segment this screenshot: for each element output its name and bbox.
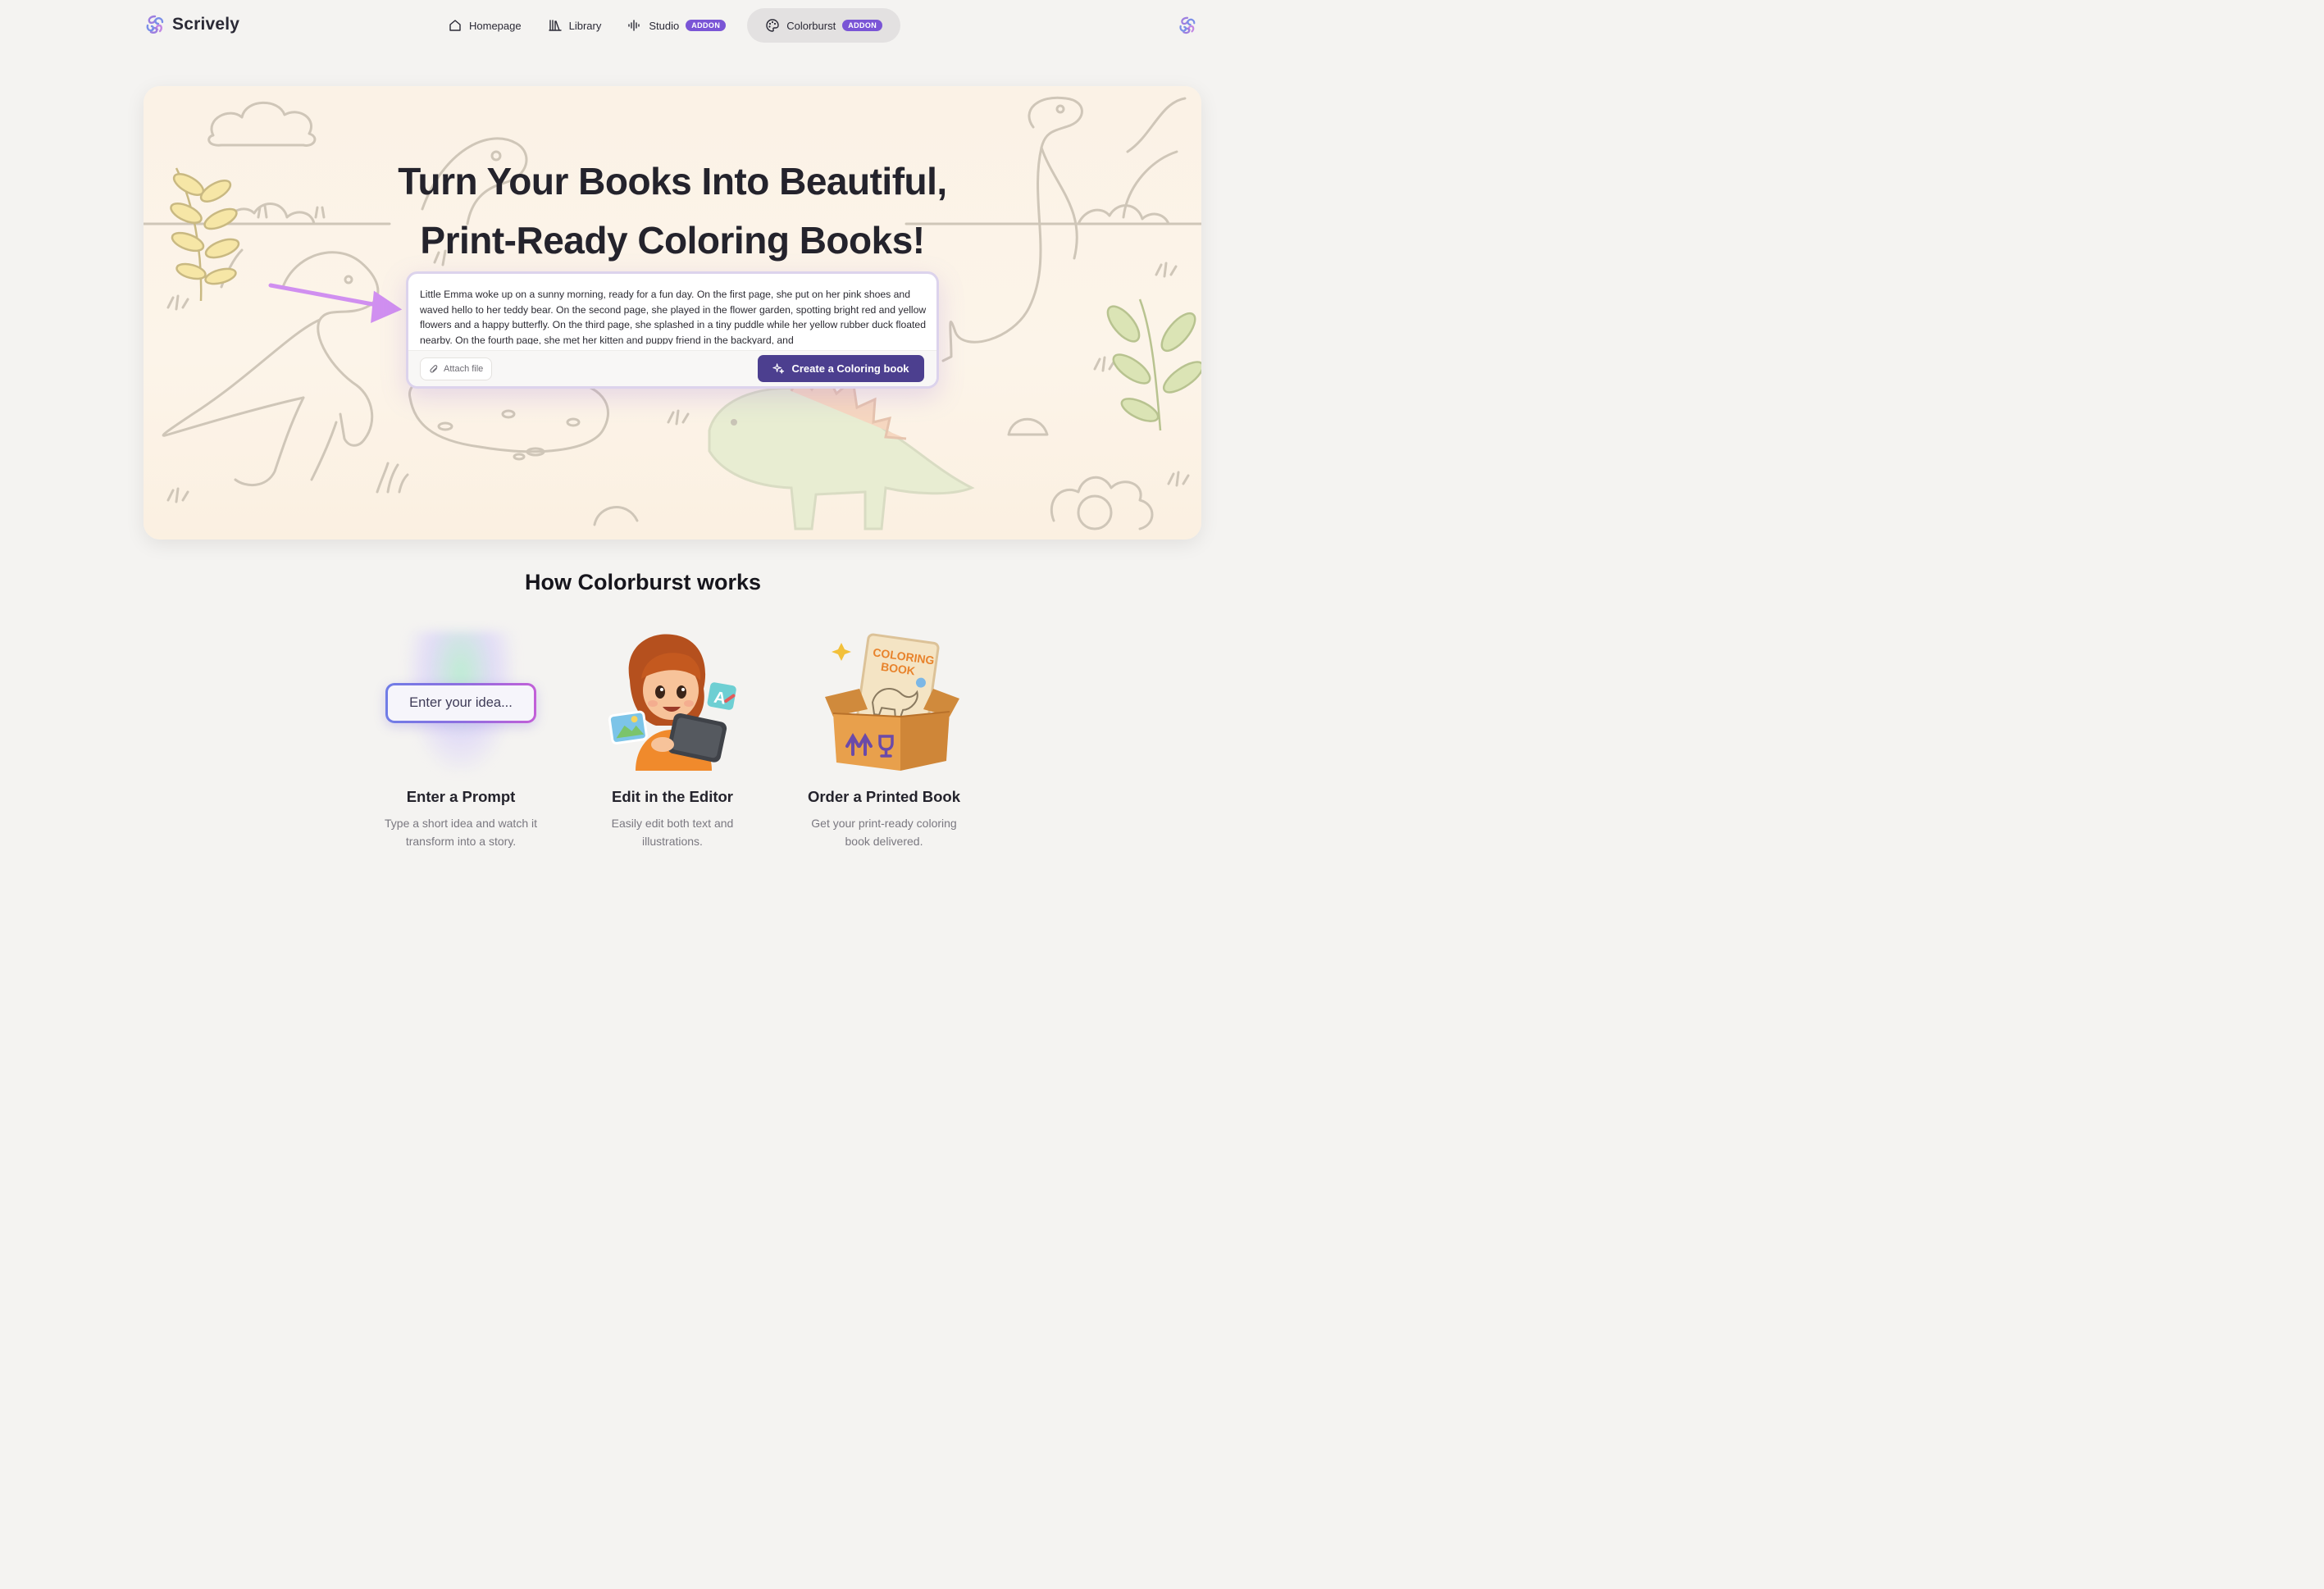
library-icon: [548, 20, 562, 31]
how-it-works-title: How Colorburst works: [524, 570, 762, 594]
step-description-line1: Type a short idea and watch it: [385, 817, 537, 830]
step-enter-prompt: Enter your idea... Enter a Prompt Type a…: [354, 631, 567, 850]
attach-file-button[interactable]: Attach file: [420, 357, 493, 380]
create-coloring-book-label: Create a Coloring book: [791, 362, 909, 375]
palette-icon: [766, 19, 779, 32]
step-description: Type a short idea and watch it transform…: [354, 814, 567, 850]
prompt-illustration: Enter your idea...: [354, 631, 567, 779]
audio-wave-icon: [628, 20, 640, 31]
nav-item-label: Colorburst: [786, 19, 836, 32]
idea-input-illustration: Enter your idea...: [385, 683, 536, 723]
nav-item-library[interactable]: Library: [535, 8, 615, 43]
hero-title: Turn Your Books Into Beautiful, Print-Re…: [144, 152, 1201, 270]
addon-badge: ADDON: [842, 20, 883, 31]
user-avatar-logo-icon[interactable]: [1178, 16, 1197, 35]
create-coloring-book-button[interactable]: Create a Coloring book: [758, 355, 924, 382]
sparkles-icon: [772, 363, 785, 374]
step-title: Edit in the Editor: [612, 788, 733, 805]
nav-item-label: Library: [568, 19, 602, 32]
prompt-box: Little Emma woke up on a sunny morning, …: [406, 271, 939, 389]
attach-file-label: Attach file: [444, 364, 484, 374]
step-title: Order a Printed Book: [807, 788, 961, 805]
home-icon: [449, 20, 461, 31]
girl-with-tablet-illustration: A: [608, 634, 736, 771]
hero-title-line2: Print-Ready Coloring Books!: [420, 219, 925, 262]
step-description: Get your print-ready coloring book deliv…: [777, 814, 991, 850]
step-description: Easily edit both text and illustrations.: [566, 814, 779, 850]
idea-input-text: Enter your idea...: [388, 685, 534, 721]
nav-menu: Homepage Library Studio ADDON Colorburst…: [435, 8, 901, 43]
step-title: Enter a Prompt: [406, 788, 516, 805]
step-description-line2: transform into a story.: [405, 835, 517, 848]
box-illustration: COLORING BOOK: [777, 631, 991, 779]
prompt-textarea[interactable]: Little Emma woke up on a sunny morning, …: [420, 287, 927, 344]
step-description-line2: book delivered.: [845, 835, 923, 848]
nav-item-label: Homepage: [469, 19, 522, 32]
hero-section: Turn Your Books Into Beautiful, Print-Re…: [144, 86, 1201, 540]
addon-badge: ADDON: [686, 20, 727, 31]
hero-title-line1: Turn Your Books Into Beautiful,: [398, 160, 947, 203]
top-navigation: Scrively Homepage Library Studio ADDON C…: [0, 0, 1286, 51]
nav-item-studio[interactable]: Studio ADDON: [614, 8, 739, 43]
step-description-line1: Easily edit both text and: [611, 817, 734, 830]
brand-logo[interactable]: Scrively: [144, 14, 239, 35]
scrively-logo-icon: [146, 15, 164, 34]
step-description-line1: Get your print-ready coloring: [811, 817, 957, 830]
nav-item-homepage[interactable]: Homepage: [435, 8, 535, 43]
step-description-line2: illustrations.: [642, 835, 703, 848]
coloring-book-box-illustration: COLORING BOOK: [825, 633, 959, 771]
nav-item-colorburst[interactable]: Colorburst ADDON: [747, 8, 901, 43]
step-edit-editor: A Edit in the Editor Easily edit both te…: [566, 631, 779, 850]
nav-item-label: Studio: [649, 19, 680, 32]
brand-name: Scrively: [172, 15, 240, 34]
prompt-footer: Attach file Create a Coloring book: [408, 350, 936, 386]
paperclip-icon: [430, 364, 438, 373]
editor-illustration: A: [566, 631, 779, 779]
step-order-book: COLORING BOOK Order a Printed Book Get y…: [777, 631, 991, 850]
